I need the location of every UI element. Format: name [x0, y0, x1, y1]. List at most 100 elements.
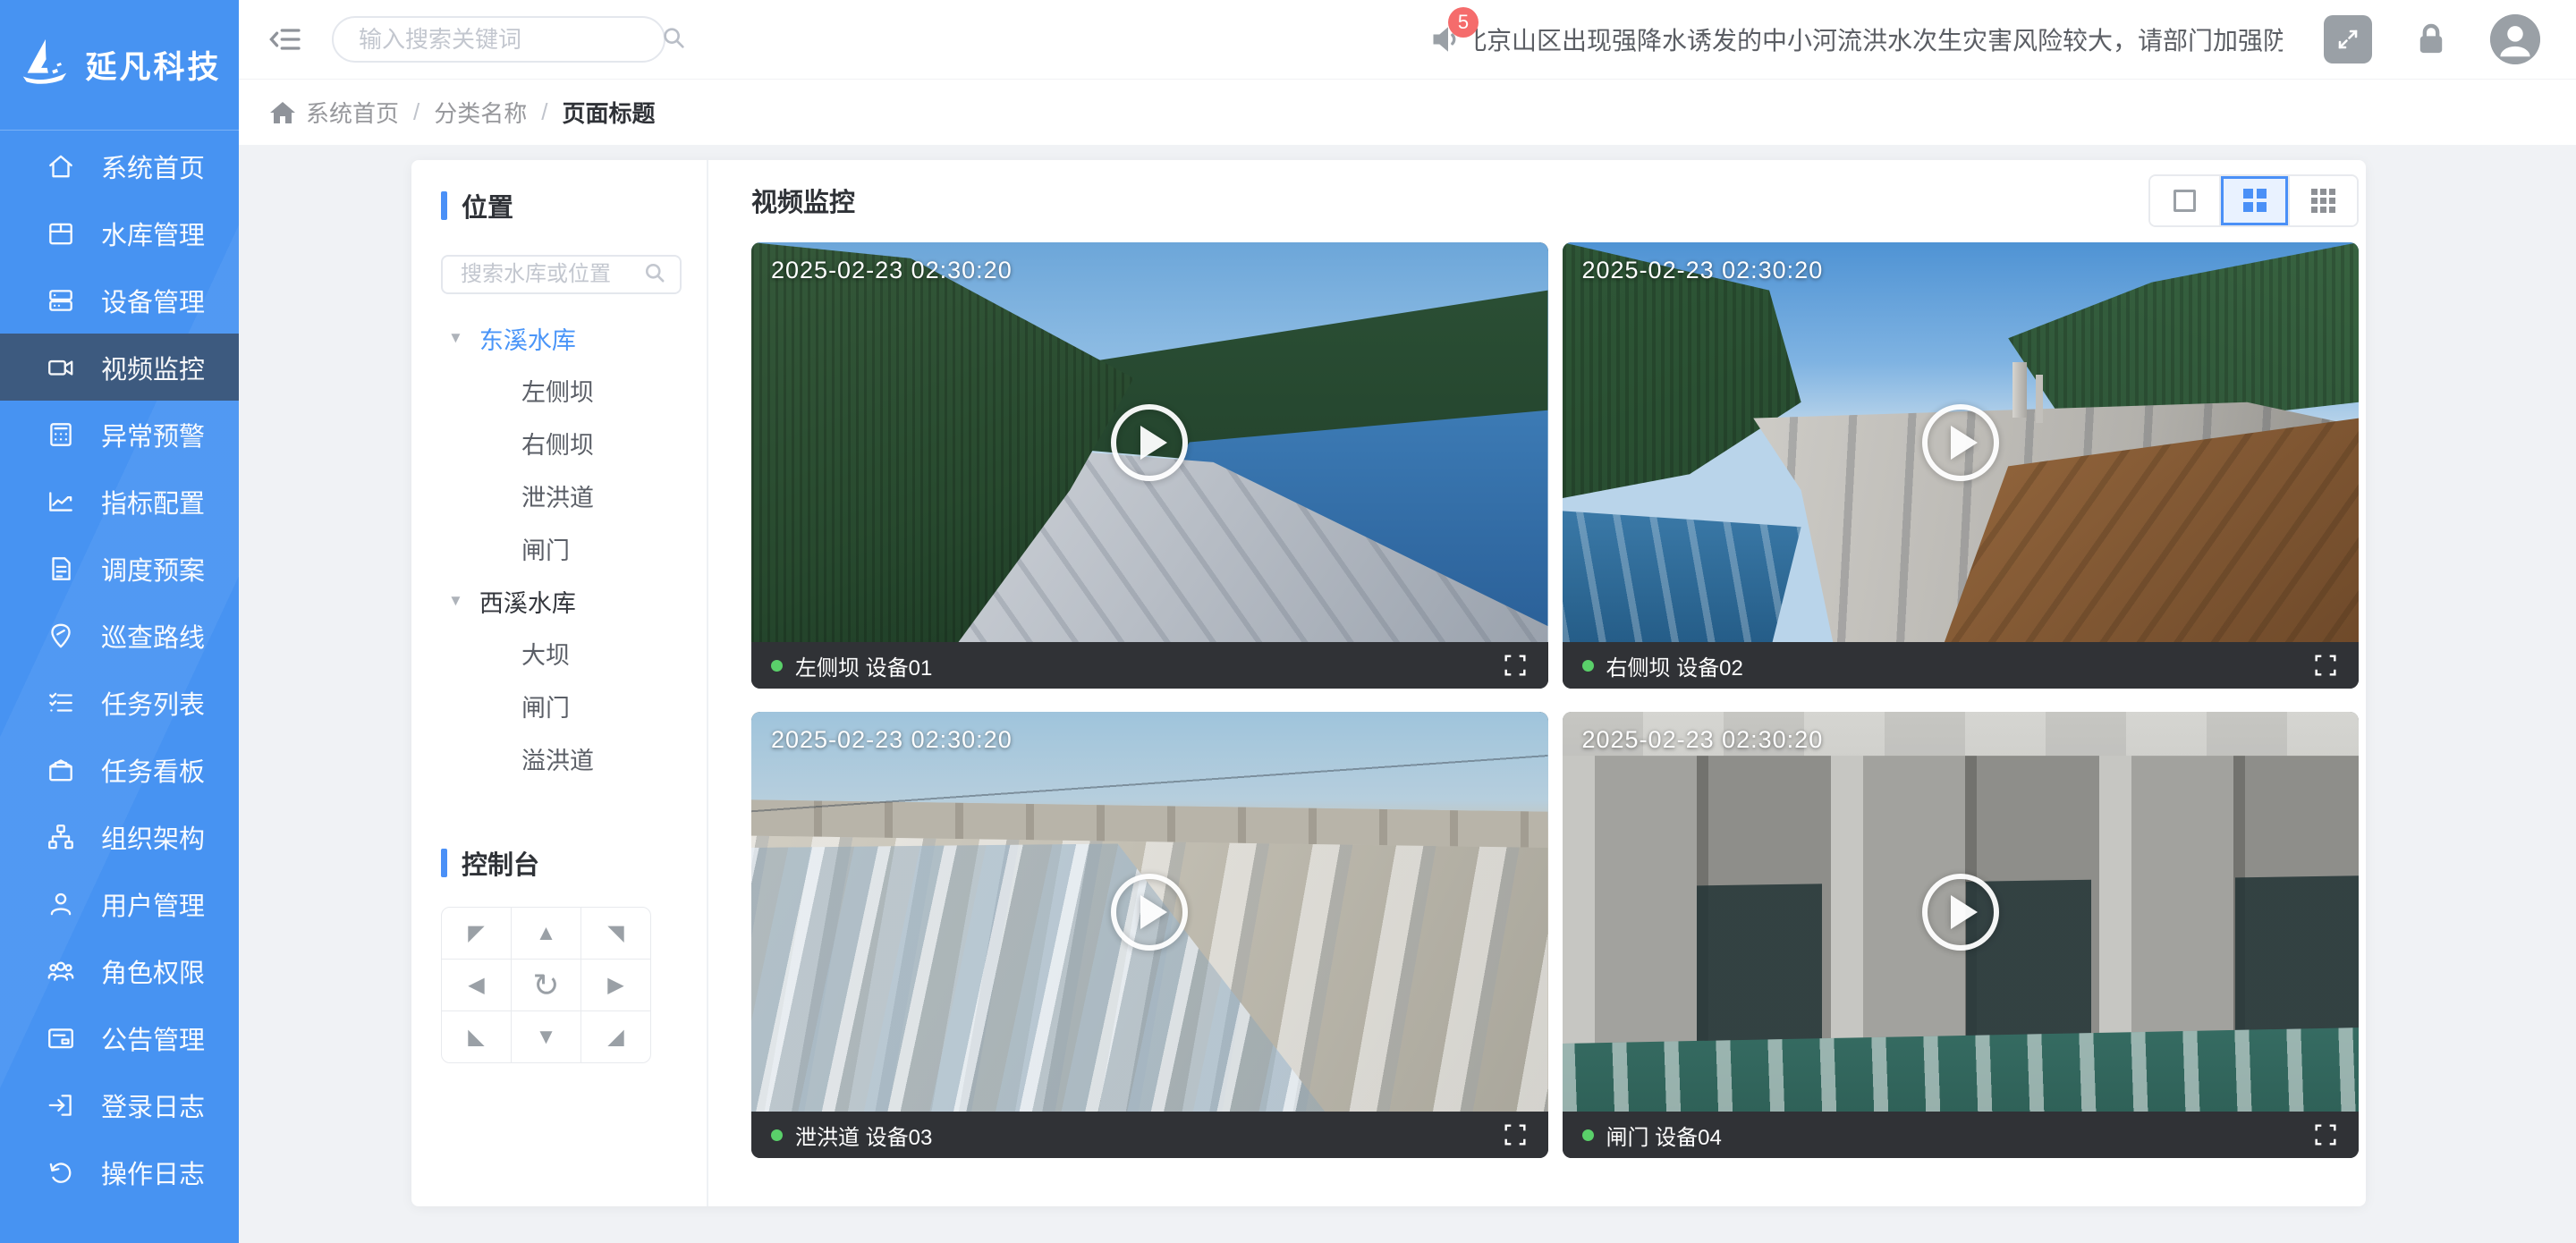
camera-preview: 2025-02-23 02:30:20: [1563, 242, 2360, 642]
tree-group-label: 西溪水库: [479, 584, 576, 619]
sidebar-item[interactable]: 巡查路线: [0, 602, 239, 669]
ptz-pan-up-button[interactable]: ▲: [512, 908, 580, 959]
tree-child[interactable]: 闸门: [441, 522, 682, 575]
tree-group[interactable]: ▼ 东溪水库: [441, 312, 682, 364]
sidebar-item-label: 用户管理: [101, 885, 205, 923]
task-board-icon: [45, 754, 77, 786]
tree-child[interactable]: 泄洪道: [441, 469, 682, 522]
tree-child-label: 大坝: [521, 636, 570, 671]
fullscreen-toggle-icon[interactable]: [2324, 15, 2372, 63]
sidebar-item[interactable]: 组织架构: [0, 803, 239, 870]
video-panel-title: 视频监控: [751, 182, 855, 219]
sidebar-item-label: 任务列表: [101, 684, 205, 722]
sidebar-item[interactable]: 调度预案: [0, 535, 239, 602]
ptz-pan-up-right-button[interactable]: ◥: [581, 908, 650, 959]
play-button[interactable]: [1922, 404, 1999, 481]
sidebar-item[interactable]: 角色权限: [0, 937, 239, 1004]
user-avatar[interactable]: [2490, 14, 2540, 64]
sidebar-item-label: 水库管理: [101, 215, 205, 252]
fullscreen-icon[interactable]: [1502, 652, 1529, 679]
sidebar-item[interactable]: 异常预警: [0, 401, 239, 468]
play-icon: [1951, 426, 1978, 460]
camera-card[interactable]: 2025-02-23 02:30:20 泄洪道 设备03: [751, 712, 1548, 1158]
global-search-input[interactable]: [357, 25, 660, 55]
tree-child-label: 溢洪道: [521, 741, 594, 776]
search-icon[interactable]: [660, 24, 687, 55]
sidebar-item[interactable]: 视频监控: [0, 334, 239, 401]
breadcrumb-item[interactable]: 系统首页: [306, 96, 399, 129]
tree-child[interactable]: 大坝: [441, 627, 682, 680]
tree-child-label: 右侧坝: [521, 426, 594, 461]
camera-status-bar: 泄洪道 设备03: [751, 1112, 1548, 1158]
tree-child[interactable]: 闸门: [441, 680, 682, 732]
sidebar-item[interactable]: 任务列表: [0, 669, 239, 736]
tree-child[interactable]: 左侧坝: [441, 364, 682, 417]
view-mode-grid-nine-button[interactable]: [2288, 176, 2357, 225]
play-button[interactable]: [1111, 404, 1188, 481]
play-icon: [1140, 426, 1167, 460]
ptz-pan-down-button[interactable]: ▼: [512, 1011, 580, 1062]
fullscreen-icon[interactable]: [1502, 1121, 1529, 1148]
camera-label: 闸门 设备04: [1606, 1120, 1722, 1151]
notice-count-badge: 5: [1448, 7, 1479, 38]
speaker-icon[interactable]: 5: [1428, 20, 1468, 59]
fullscreen-icon[interactable]: [2312, 1121, 2339, 1148]
caret-down-icon[interactable]: ▼: [448, 329, 463, 347]
camera-card[interactable]: 2025-02-23 02:30:20 闸门 设备04: [1563, 712, 2360, 1158]
caret-down-icon[interactable]: ▼: [448, 592, 463, 610]
view-mode-quad-button[interactable]: [2219, 176, 2288, 225]
play-button[interactable]: [1111, 874, 1188, 951]
device-icon: [45, 284, 77, 317]
camera-card[interactable]: 2025-02-23 02:30:20 右侧坝 设备02: [1563, 242, 2360, 689]
sidebar-collapse-icon[interactable]: [266, 20, 305, 59]
camera-card[interactable]: 2025-02-23 02:30:20 左侧坝 设备01: [751, 242, 1548, 689]
ptz-pan-down-right-button[interactable]: ◢: [581, 1011, 650, 1062]
sidebar-item[interactable]: 公告管理: [0, 1004, 239, 1071]
ptz-pan-down-left-button[interactable]: ◣: [442, 1011, 511, 1062]
tree-child-label: 闸门: [521, 531, 570, 566]
lock-icon[interactable]: [2410, 18, 2453, 61]
sidebar-item[interactable]: 登录日志: [0, 1071, 239, 1138]
sidebar-item[interactable]: 指标配置: [0, 468, 239, 535]
tree-group[interactable]: ▼ 西溪水库: [441, 575, 682, 627]
tree-group-label: 东溪水库: [479, 321, 576, 356]
tree-child-label: 闸门: [521, 689, 570, 723]
breadcrumb-item: 页面标题: [563, 96, 656, 129]
play-button[interactable]: [1922, 874, 1999, 951]
sidebar-item[interactable]: 水库管理: [0, 199, 239, 266]
sidebar-item[interactable]: 用户管理: [0, 870, 239, 937]
sidebar-item[interactable]: 操作日志: [0, 1138, 239, 1205]
ptz-refresh-button[interactable]: ↻: [512, 960, 580, 1010]
online-status-dot: [771, 1129, 783, 1141]
home-icon[interactable]: [268, 98, 297, 127]
breadcrumb-item[interactable]: 分类名称: [434, 96, 527, 129]
view-mode-single-button[interactable]: [2150, 176, 2219, 225]
view-mode-toggle: [2148, 174, 2359, 227]
location-pane: 位置 ▼ 东溪水库 左侧坝 右侧坝 泄洪道 闸门 ▼: [411, 160, 708, 1206]
notice-marquee: 5 北京山区出现强降水诱发的中小河流洪水次生灾害风险较大，请部门加强防范。202…: [1428, 20, 2283, 59]
location-search: [441, 255, 682, 294]
location-search-input[interactable]: [459, 261, 642, 288]
sidebar-item-label: 异常预警: [101, 416, 205, 453]
ptz-pan-up-left-button[interactable]: ◤: [442, 908, 511, 959]
ptz-pan-left-button[interactable]: ◀: [442, 960, 511, 1010]
tree-child[interactable]: 右侧坝: [441, 417, 682, 469]
search-icon[interactable]: [642, 260, 667, 290]
play-icon: [1951, 895, 1978, 929]
fullscreen-icon[interactable]: [2312, 652, 2339, 679]
sidebar-item[interactable]: 系统首页: [0, 132, 239, 199]
topbar-right: 5 北京山区出现强降水诱发的中小河流洪水次生灾害风险较大，请部门加强防范。202…: [1428, 14, 2540, 64]
sidebar-item-label: 巡查路线: [101, 617, 205, 655]
operation-log-icon: [45, 1156, 77, 1188]
sidebar-item-label: 调度预案: [101, 550, 205, 588]
camera-timestamp: 2025-02-23 02:30:20: [1582, 257, 1824, 284]
camera-timestamp: 2025-02-23 02:30:20: [1582, 726, 1824, 754]
tree-child[interactable]: 溢洪道: [441, 732, 682, 785]
sidebar-item[interactable]: 设备管理: [0, 266, 239, 334]
tree-child-label: 左侧坝: [521, 373, 594, 408]
camera-preview: 2025-02-23 02:30:20: [751, 242, 1548, 642]
main-column: 5 北京山区出现强降水诱发的中小河流洪水次生灾害风险较大，请部门加强防范。202…: [239, 0, 2576, 1243]
sidebar-item[interactable]: 任务看板: [0, 736, 239, 803]
ptz-pan-right-button[interactable]: ▶: [581, 960, 650, 1010]
breadcrumb-bar: 系统首页/分类名称/页面标题: [239, 79, 2576, 145]
